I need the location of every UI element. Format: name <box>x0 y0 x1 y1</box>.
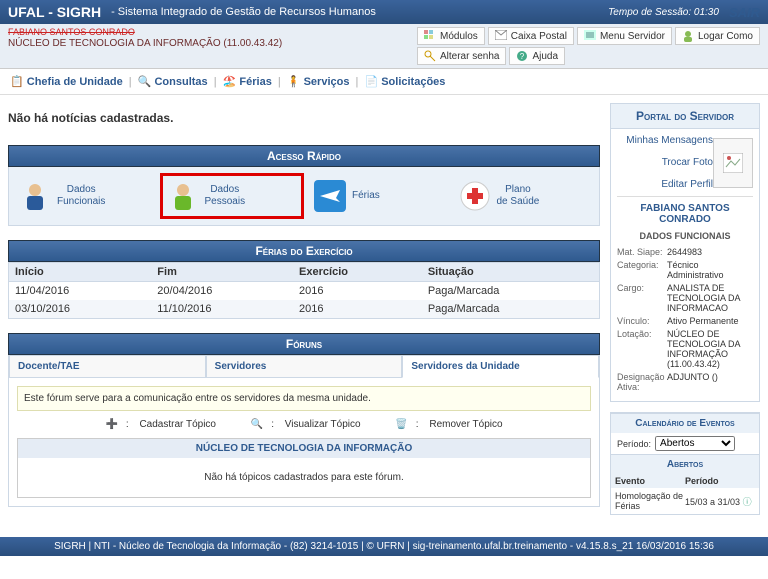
tab-docente[interactable]: Docente/TAE <box>9 355 206 378</box>
remove-topic-action[interactable]: 🗑️: Remover Tópico <box>387 419 510 430</box>
forum-tabs: Docente/TAE Servidores Servidores da Uni… <box>9 355 599 378</box>
plus-icon: ➕ <box>105 419 117 430</box>
no-news-notice: Não há notícias cadastradas. <box>8 111 600 125</box>
grid-icon <box>424 30 436 42</box>
minhas-mensagens-link[interactable]: Minhas Mensagens <box>626 135 713 146</box>
ferias-header: Férias do Exercício <box>8 240 600 262</box>
field-categoria: Categoria:Técnico Administrativo <box>617 260 753 280</box>
nav-servicos[interactable]: Serviços <box>304 76 350 88</box>
brand: UFAL - SIGRH <box>8 4 101 20</box>
avatar <box>713 138 753 188</box>
field-vinculo: Vínculo:Ativo Permanente <box>617 316 753 326</box>
foruns-header: Fóruns <box>8 333 600 355</box>
sun-icon: 🏖️ <box>223 76 237 88</box>
user-strike: FABIANO SANTOS CONRADO <box>8 27 417 37</box>
person-icon: 🧍 <box>287 76 301 88</box>
editar-perfil-link[interactable]: Editar Perfil <box>661 179 713 190</box>
logout-link[interactable]: SAIR <box>729 5 760 20</box>
key-icon <box>424 50 436 62</box>
broken-image-icon <box>723 153 743 173</box>
col-inicio: Início <box>9 263 152 282</box>
info-icon[interactable]: ⓘ <box>743 497 752 507</box>
dados-funcionais-header: DADOS FUNCIONAIS <box>617 231 753 241</box>
forum-unit-box: NÚCLEO DE TECNOLOGIA DA INFORMAÇÃO Não h… <box>17 438 591 498</box>
person-green-icon <box>167 180 199 212</box>
table-row: 03/10/201611/10/20162016Paga/Marcada <box>9 300 600 319</box>
field-siape: Mat. Siape:2644983 <box>617 247 753 257</box>
field-lotacao: Lotação:NÚCLEO DE TECNOLOGIA DA INFORMAÇ… <box>617 329 753 369</box>
person-suit-icon <box>19 180 51 212</box>
forum-unit-name: NÚCLEO DE TECNOLOGIA DA INFORMAÇÃO <box>18 439 590 458</box>
top-bar: UFAL - SIGRH - Sistema Integrado de Gest… <box>0 0 768 24</box>
view-topic-action[interactable]: 🔍: Visualizar Tópico <box>243 419 369 430</box>
user-dept: NÚCLEO DE TECNOLOGIA DA INFORMAÇÃO (11.0… <box>8 38 417 49</box>
nav-menu: 📋 Chefia de Unidade | 🔍 Consultas | 🏖️ F… <box>0 69 768 95</box>
logar-como-button[interactable]: Logar Como <box>675 27 760 45</box>
event-row: Homologação de Férias 15/03 a 31/03 ⓘ <box>611 488 759 514</box>
doc-icon: 📄 <box>364 76 378 88</box>
system-subtitle: - Sistema Integrado de Gestão de Recurso… <box>111 6 608 18</box>
col-situacao: Situação <box>422 263 600 282</box>
tab-servidores-unidade[interactable]: Servidores da Unidade <box>402 355 599 378</box>
periodo-select[interactable]: Abertos <box>655 436 735 451</box>
forum-info: Este fórum serve para a comunicação entr… <box>17 386 591 411</box>
nav-icon: 📋 <box>10 76 24 88</box>
svg-text:?: ? <box>520 52 525 61</box>
nav-solicitacoes[interactable]: Solicitações <box>381 76 445 88</box>
health-cross-icon <box>459 180 491 212</box>
portal-box: Portal do Servidor Minhas Mensagens Troc… <box>610 103 760 402</box>
search-icon: 🔍 <box>138 76 152 88</box>
person-icon <box>682 30 694 42</box>
search-icon: 🔍 <box>251 419 263 430</box>
ferias-table: Início Fim Exercício Situação 11/04/2016… <box>8 262 600 319</box>
forum-actions: ➕: Cadastrar Tópico 🔍: Visualizar Tópico… <box>17 419 591 430</box>
table-row: 11/04/201620/04/20162016Paga/Marcada <box>9 282 600 301</box>
footer: SIGRH | NTI - Núcleo de Tecnologia da In… <box>0 537 768 556</box>
change-password-button[interactable]: Alterar senha <box>417 47 506 65</box>
session-timer: Tempo de Sessão: 01:30 <box>608 7 719 18</box>
calendar-box: Calendário de Eventos Período: Abertos A… <box>610 412 760 515</box>
nav-chefia[interactable]: Chefia de Unidade <box>27 76 123 88</box>
quick-dados-pessoais[interactable]: DadosPessoais <box>160 173 305 219</box>
portal-username: FABIANO SANTOS CONRADO <box>617 203 753 225</box>
secondary-bar: FABIANO SANTOS CONRADO NÚCLEO DE TECNOLO… <box>0 24 768 69</box>
portal-title: Portal do Servidor <box>611 104 759 129</box>
field-designacao: Designação Ativa:ADJUNTO () <box>617 372 753 392</box>
trocar-foto-link[interactable]: Trocar Foto <box>662 157 713 168</box>
help-icon: ? <box>516 50 528 62</box>
col-fim: Fim <box>151 263 293 282</box>
field-cargo: Cargo:ANALISTA DE TECNOLOGIA DA INFORMAC… <box>617 283 753 313</box>
forum-empty: Não há tópicos cadastrados para este fór… <box>18 458 590 497</box>
forum-box: Docente/TAE Servidores Servidores da Uni… <box>8 355 600 507</box>
modules-button[interactable]: Módulos <box>417 27 485 45</box>
abertos-header: Abertos <box>611 454 759 474</box>
nav-ferias[interactable]: Férias <box>239 76 271 88</box>
quick-ferias[interactable]: Férias <box>310 173 449 219</box>
menu-servidor-button[interactable]: Menu Servidor <box>577 27 672 45</box>
quick-access-header: Acesso Rápido <box>8 145 600 167</box>
mail-icon <box>495 30 507 42</box>
trash-icon: 🗑️ <box>395 419 407 430</box>
add-topic-action[interactable]: ➕: Cadastrar Tópico <box>97 419 224 430</box>
menu-icon <box>584 30 596 42</box>
nav-consultas[interactable]: Consultas <box>154 76 207 88</box>
quick-access-row: DadosFuncionais DadosPessoais Férias Pla… <box>8 167 600 226</box>
inbox-button[interactable]: Caixa Postal <box>488 27 574 45</box>
event-header-row: EventoPeríodo <box>611 474 759 488</box>
plane-icon <box>314 180 346 212</box>
quick-plano-saude[interactable]: Planode Saúde <box>455 173 594 219</box>
tab-servidores[interactable]: Servidores <box>206 355 403 378</box>
col-exercicio: Exercício <box>293 263 422 282</box>
quick-dados-funcionais[interactable]: DadosFuncionais <box>15 173 154 219</box>
periodo-label: Período: <box>617 439 651 449</box>
help-button[interactable]: ?Ajuda <box>509 47 565 65</box>
calendar-title: Calendário de Eventos <box>611 413 759 433</box>
